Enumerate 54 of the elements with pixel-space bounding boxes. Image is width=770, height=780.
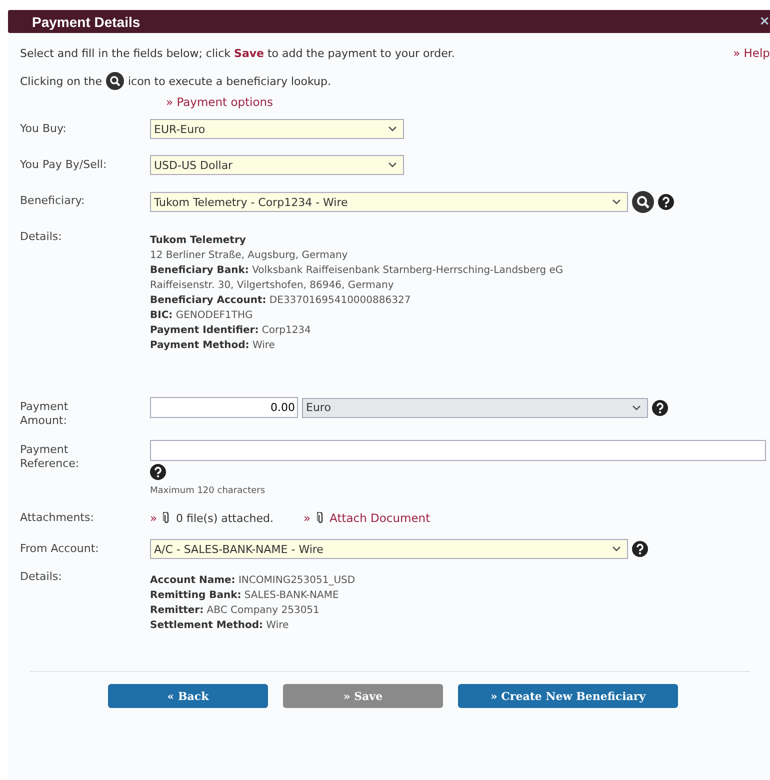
detail-line: Beneficiary Account: DE33701695410000886327: [150, 295, 412, 306]
chevron-down-icon: [632, 404, 641, 410]
search-icon[interactable]: [632, 191, 654, 213]
help-icon[interactable]: [652, 400, 668, 416]
detail-line: Account Name: INCOMING253051_USD: [150, 575, 356, 586]
chevron-down-icon: [388, 162, 397, 168]
window-title: Payment Details: [31, 14, 140, 30]
help-icon[interactable]: [632, 541, 648, 557]
action-button[interactable]: « Back: [108, 684, 268, 708]
field-label: You Pay By/Sell:: [20, 157, 108, 172]
hint-text: Maximum 120 characters: [150, 486, 266, 496]
account-select[interactable]: A/C - SALES-BANK-NAME - Wire: [150, 539, 628, 559]
field-label: Details:: [20, 569, 63, 584]
detail-line: Settlement Method: Wire: [150, 620, 290, 631]
amount-field[interactable]: 0.00: [150, 397, 298, 418]
detail-line: Payment Identifier: Corp1234: [150, 325, 312, 336]
help-icon[interactable]: [658, 194, 674, 210]
detail-line: Tukom Telemetry: [150, 235, 247, 246]
field-label: You Buy:: [20, 121, 68, 136]
bullet-glyph: »: [303, 511, 311, 525]
detail-line: Beneficiary Bank: Volksbank Raiffeisenbank Starnberg-Herrsching-Landsberg eG: [150, 265, 564, 276]
detail-line: Remitting Bank: SALES-BANK-NAME: [150, 590, 340, 601]
instructions-text: Select and fill in the fields below; click Save to add the payment to your order.: [20, 46, 455, 60]
field-label: Beneficiary:: [20, 193, 86, 208]
field-label: Payment Amount:: [20, 399, 70, 428]
chevron-down-icon: [612, 546, 621, 552]
detail-line: Remitter: ABC Company 253051: [150, 605, 320, 616]
help-icon[interactable]: [150, 464, 166, 480]
search-icon[interactable]: [106, 72, 124, 90]
field-label: Details:: [20, 229, 63, 244]
action-button[interactable]: » Create New Beneficiary: [458, 684, 678, 708]
attachment-count: 0 file(s) attached.: [176, 512, 274, 524]
attach-document-link[interactable]: Attach Document: [330, 511, 430, 525]
paperclip-icon: [316, 512, 324, 524]
chevron-down-icon: [388, 126, 397, 132]
field-label: Payment Reference:: [20, 442, 80, 471]
bullet-glyph: »: [150, 511, 158, 525]
detail-line: 12 Berliner Straße, Augsburg, Germany: [150, 250, 349, 261]
chevron-down-icon: [612, 199, 621, 205]
beneficiary-select[interactable]: Tukom Telemetry - Corp1234 - Wire: [150, 192, 628, 212]
detail-line: Raiffeisenstr. 30, Vilgertshofen, 86946, Germany: [150, 280, 395, 291]
field-label: From Account:: [20, 541, 100, 556]
paperclip-icon: [163, 512, 170, 524]
detail-line: Payment Method: Wire: [150, 340, 276, 351]
field-label: Attachments:: [20, 510, 95, 525]
reference-field[interactable]: [150, 440, 766, 461]
lookup-text: Clicking on the: [20, 74, 102, 88]
lookup-text: icon to execute a beneficiary lookup.: [128, 74, 331, 88]
help-link[interactable]: » Help: [733, 46, 770, 60]
payment-options-link[interactable]: » Payment options: [166, 95, 274, 109]
currency-select[interactable]: EUR-Euro: [150, 119, 404, 139]
currency-select[interactable]: USD-US Dollar: [150, 155, 404, 175]
detail-line: BIC: GENODEF1THG: [150, 310, 254, 321]
close-button[interactable]: ×: [759, 14, 770, 29]
